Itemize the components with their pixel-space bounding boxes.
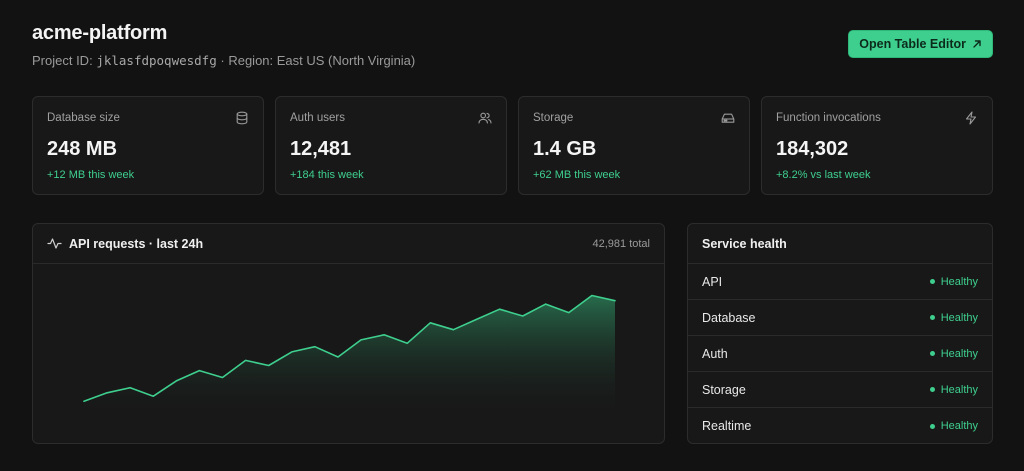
stat-value: 248 MB <box>47 138 118 160</box>
api-requests-chart <box>83 294 616 415</box>
status-text: Healthy <box>940 383 978 396</box>
health-row-realtime: Realtime Healthy <box>688 408 992 443</box>
region-label: Region: <box>228 53 274 68</box>
service-name: Auth <box>702 346 728 361</box>
service-name: API <box>702 274 723 289</box>
status-dot-icon <box>929 315 935 320</box>
health-row-storage: Storage Healthy <box>688 372 992 408</box>
health-row-api: API Healthy <box>688 264 992 300</box>
health-row-database: Database Healthy <box>688 300 992 336</box>
project-id: jklasfdpoqwesdfg <box>96 53 217 68</box>
zap-icon <box>965 111 977 125</box>
stat-value: 184,302 <box>776 138 849 160</box>
api-panel-title: API requests · last 24h <box>69 236 204 251</box>
status-text: Healthy <box>940 275 978 288</box>
stats-row: Database size 248 MB +12 MB this week Au… <box>32 96 993 195</box>
service-health-title: Service health <box>688 224 992 264</box>
status-badge: Healthy <box>929 347 978 360</box>
status-text: Healthy <box>940 420 978 432</box>
health-row-auth: Auth Healthy <box>688 336 992 372</box>
region-value: East US (North Virginia) <box>276 53 416 68</box>
status-dot-icon <box>929 423 935 429</box>
open-table-editor-button[interactable]: Open Table Editor <box>848 30 993 58</box>
status-text: Healthy <box>940 311 978 324</box>
status-badge: Healthy <box>929 311 978 324</box>
status-text: Healthy <box>940 347 978 360</box>
stat-label: Auth users <box>290 112 345 124</box>
project-header: acme-platform Project ID: jklasfdpoqwesd… <box>32 22 993 70</box>
api-panel-header: API requests · last 24h 42,981 total <box>33 224 664 264</box>
stat-delta: +12 MB this week <box>47 169 135 181</box>
service-name: Realtime <box>702 419 752 433</box>
arrow-up-right-icon <box>973 40 981 48</box>
database-icon <box>236 111 248 125</box>
stat-label: Storage <box>533 112 574 124</box>
status-dot-icon <box>929 351 935 356</box>
service-health-panel: Service health API Healthy Database Heal… <box>687 223 993 444</box>
api-area-fill <box>84 295 615 415</box>
stat-value: 1.4 GB <box>533 138 597 160</box>
stat-delta: +62 MB this week <box>533 169 621 181</box>
stat-card-function-invocations: Function invocations 184,302 +8.2% vs la… <box>761 96 993 195</box>
status-dot-icon <box>929 387 935 392</box>
service-name: Database <box>702 310 756 325</box>
stat-label: Function invocations <box>776 112 881 124</box>
stat-label: Database size <box>47 112 120 124</box>
stat-card-auth-users: Auth users 12,481 +184 this week <box>275 96 507 195</box>
status-badge: Healthy <box>929 420 978 432</box>
service-name: Storage <box>702 382 746 397</box>
activity-icon <box>47 238 62 249</box>
api-requests-panel: API requests · last 24h 42,981 total <box>32 223 665 444</box>
status-dot-icon <box>929 279 935 284</box>
meta-separator: · <box>220 53 225 68</box>
stat-value: 12,481 <box>290 138 352 160</box>
status-badge: Healthy <box>929 275 978 288</box>
stat-delta: +184 this week <box>290 169 364 181</box>
status-badge: Healthy <box>929 383 978 396</box>
stat-delta: +8.2% vs last week <box>776 169 871 181</box>
project-id-label: Project ID: <box>32 53 93 68</box>
users-icon <box>478 112 492 124</box>
hard-drive-icon <box>721 113 735 123</box>
open-table-editor-label: Open Table Editor <box>859 37 966 51</box>
stat-card-database-size: Database size 248 MB +12 MB this week <box>32 96 264 195</box>
api-total: 42,981 total <box>592 237 651 250</box>
stat-card-storage: Storage 1.4 GB +62 MB this week <box>518 96 750 195</box>
